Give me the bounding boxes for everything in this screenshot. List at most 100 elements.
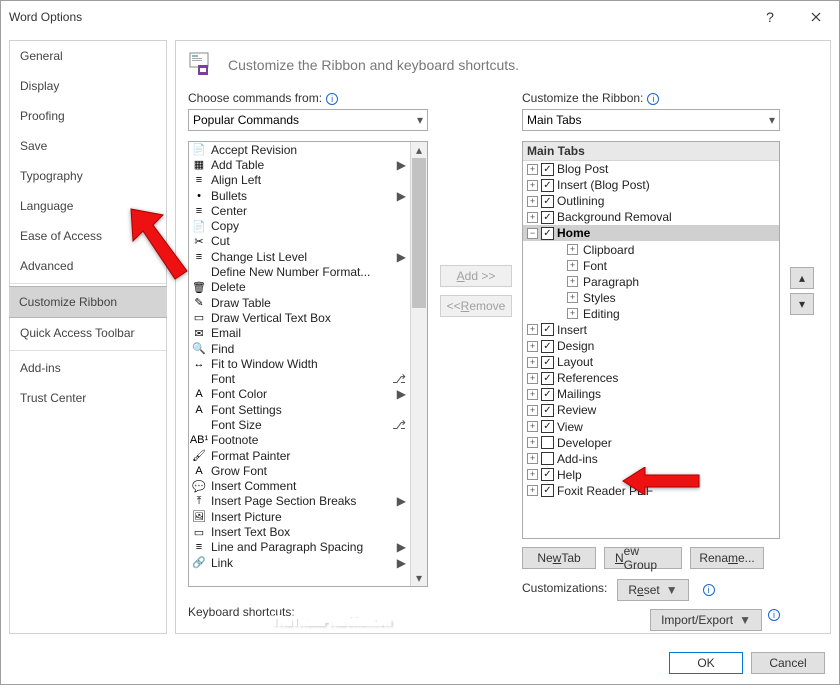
nav-language[interactable]: Language — [10, 191, 166, 221]
command-item[interactable]: ≡Align Left — [189, 173, 410, 188]
checkbox[interactable]: ✓ — [541, 179, 554, 192]
command-item[interactable]: ▦Add Table▶ — [189, 157, 410, 172]
expander-icon[interactable]: + — [527, 437, 538, 448]
close-button[interactable] — [793, 1, 839, 32]
checkbox[interactable]: ✓ — [541, 372, 554, 385]
tree-child-item[interactable]: +Styles — [523, 290, 779, 306]
command-item[interactable]: •Bullets▶ — [189, 188, 410, 203]
tree-tab-item[interactable]: +✓Background Removal — [523, 209, 779, 225]
tree-tab-item[interactable]: +Developer — [523, 435, 779, 451]
expander-icon[interactable]: + — [527, 324, 538, 335]
import-export-button[interactable]: Import/Export▼ — [650, 609, 762, 631]
expander-icon[interactable]: + — [567, 260, 578, 271]
expander-icon[interactable]: + — [567, 292, 578, 303]
expander-icon[interactable]: + — [527, 469, 538, 480]
command-item[interactable]: 📄Accept Revision — [189, 142, 410, 157]
ok-button[interactable]: OK — [669, 652, 743, 674]
expander-icon[interactable]: + — [527, 180, 538, 191]
tree-tab-item[interactable]: +✓Insert — [523, 322, 779, 338]
expander-icon[interactable]: + — [527, 389, 538, 400]
checkbox[interactable] — [541, 452, 554, 465]
help-button[interactable]: ? — [747, 1, 793, 32]
checkbox[interactable]: ✓ — [541, 468, 554, 481]
command-item[interactable]: Font Size⎇ — [189, 417, 410, 432]
tree-tab-item[interactable]: −✓Home — [523, 225, 779, 241]
command-item[interactable]: 🔗Link▶ — [189, 555, 410, 570]
tree-tab-item[interactable]: +✓Foxit Reader PDF — [523, 483, 779, 499]
ribbon-tree[interactable]: Main Tabs +✓Blog Post+✓Insert (Blog Post… — [522, 141, 780, 539]
remove-button[interactable]: << Remove — [440, 295, 512, 317]
move-up-button[interactable]: ▴ — [790, 267, 814, 289]
checkbox[interactable]: ✓ — [541, 356, 554, 369]
tree-tab-item[interactable]: +✓Blog Post — [523, 161, 779, 177]
command-item[interactable]: ≡Change List Level▶ — [189, 249, 410, 264]
choose-commands-combo[interactable]: Popular Commands ▾ — [188, 109, 428, 131]
info-icon[interactable]: i — [326, 93, 338, 105]
tree-tab-item[interactable]: +✓References — [523, 370, 779, 386]
command-item[interactable]: Define New Number Format... — [189, 264, 410, 279]
command-item[interactable]: ▭Insert Text Box — [189, 524, 410, 539]
expander-icon[interactable]: + — [567, 244, 578, 255]
checkbox[interactable]: ✓ — [541, 323, 554, 336]
expander-icon[interactable]: + — [527, 212, 538, 223]
tree-tab-item[interactable]: +✓Outlining — [523, 193, 779, 209]
tree-tab-item[interactable]: +✓Insert (Blog Post) — [523, 177, 779, 193]
checkbox[interactable]: ✓ — [541, 163, 554, 176]
command-item[interactable]: AGrow Font — [189, 463, 410, 478]
expander-icon[interactable]: + — [567, 308, 578, 319]
nav-general[interactable]: General — [10, 41, 166, 71]
command-item[interactable]: AFont Settings — [189, 402, 410, 417]
command-item[interactable]: 🗑Delete — [189, 280, 410, 295]
expander-icon[interactable]: + — [527, 405, 538, 416]
scroll-down-icon[interactable]: ▾ — [411, 570, 427, 586]
command-item[interactable]: ≡Line and Paragraph Spacing▶ — [189, 540, 410, 555]
command-item[interactable]: AB¹Footnote — [189, 433, 410, 448]
scrollbar[interactable]: ▴ ▾ — [410, 142, 427, 586]
expander-icon[interactable]: + — [527, 421, 538, 432]
command-item[interactable]: ✂Cut — [189, 234, 410, 249]
checkbox[interactable]: ✓ — [541, 404, 554, 417]
nav-ease-of-access[interactable]: Ease of Access — [10, 221, 166, 251]
scroll-up-icon[interactable]: ▴ — [411, 142, 427, 158]
nav-advanced[interactable]: Advanced — [10, 251, 166, 281]
command-item[interactable]: 📄Copy — [189, 218, 410, 233]
nav-save[interactable]: Save — [10, 131, 166, 161]
expander-icon[interactable]: + — [527, 453, 538, 464]
command-item[interactable]: ✉Email — [189, 326, 410, 341]
tree-child-item[interactable]: +Editing — [523, 306, 779, 322]
reset-button[interactable]: Reset▼ — [617, 579, 688, 601]
checkbox[interactable]: ✓ — [541, 211, 554, 224]
tree-tab-item[interactable]: +✓Review — [523, 402, 779, 418]
checkbox[interactable]: ✓ — [541, 195, 554, 208]
tree-child-item[interactable]: +Clipboard — [523, 241, 779, 257]
expander-icon[interactable]: + — [527, 357, 538, 368]
info-icon[interactable]: i — [703, 584, 715, 596]
add-button[interactable]: Add >> — [440, 265, 512, 287]
command-item[interactable]: 🔍Find — [189, 341, 410, 356]
command-item[interactable]: 🖌Format Painter — [189, 448, 410, 463]
command-item[interactable]: ✎Draw Table — [189, 295, 410, 310]
checkbox[interactable]: ✓ — [541, 420, 554, 433]
command-item[interactable]: ⤒Insert Page Section Breaks▶ — [189, 494, 410, 509]
tree-tab-item[interactable]: +✓Layout — [523, 354, 779, 370]
command-item[interactable]: ≡Center — [189, 203, 410, 218]
tree-tab-item[interactable]: +Add-ins — [523, 451, 779, 467]
tree-child-item[interactable]: +Font — [523, 258, 779, 274]
expander-icon[interactable]: − — [527, 228, 538, 239]
expander-icon[interactable]: + — [527, 164, 538, 175]
tree-tab-item[interactable]: +✓View — [523, 419, 779, 435]
checkbox[interactable]: ✓ — [541, 227, 554, 240]
expander-icon[interactable]: + — [567, 276, 578, 287]
command-item[interactable]: AFont Color▶ — [189, 387, 410, 402]
expander-icon[interactable]: + — [527, 341, 538, 352]
customize-ribbon-combo[interactable]: Main Tabs ▾ — [522, 109, 780, 131]
tree-tab-item[interactable]: +✓Help — [523, 467, 779, 483]
command-item[interactable]: 💬Insert Comment — [189, 479, 410, 494]
nav-customize-ribbon[interactable]: Customize Ribbon — [9, 286, 167, 318]
nav-proofing[interactable]: Proofing — [10, 101, 166, 131]
expander-icon[interactable]: + — [527, 485, 538, 496]
expander-icon[interactable]: + — [527, 373, 538, 384]
cancel-button[interactable]: Cancel — [751, 652, 825, 674]
nav-typography[interactable]: Typography — [10, 161, 166, 191]
command-item[interactable]: Font⎇ — [189, 371, 410, 386]
